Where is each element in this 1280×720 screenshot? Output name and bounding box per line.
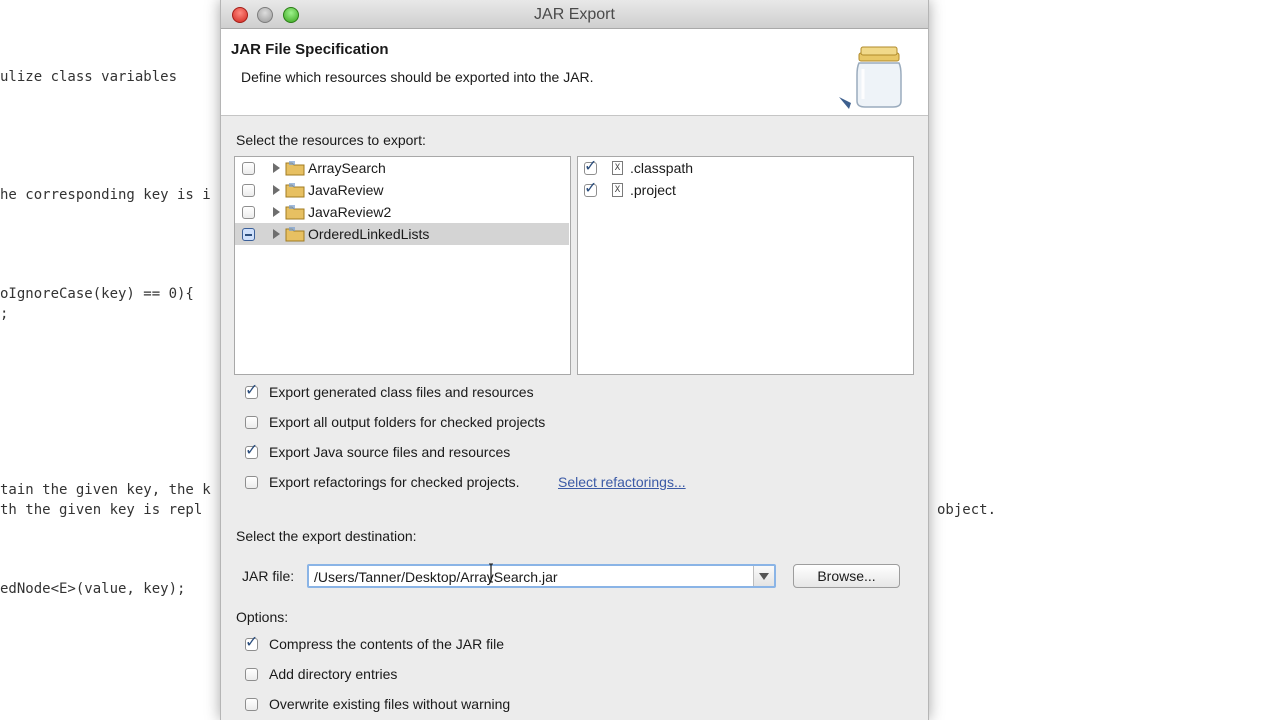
- folder-icon: [285, 227, 305, 242]
- code-line: ulize class variables: [0, 69, 178, 85]
- partial-check-icon: [245, 234, 252, 236]
- folder-icon: [285, 183, 305, 198]
- compress-checkbox[interactable]: ✓: [245, 634, 258, 651]
- option-label: Add directory entries: [269, 666, 398, 682]
- checkmark-icon: ✓: [584, 158, 598, 175]
- jar-file-combo[interactable]: /Users/Tanner/Desktop/ArraySearch.jar: [307, 564, 776, 588]
- file-item-label: .project: [630, 182, 676, 198]
- window-title: JAR Export: [534, 6, 615, 23]
- code-line: tain the given key, the k: [0, 482, 211, 498]
- file-item-project[interactable]: ✓ X .project: [578, 179, 913, 201]
- jar-export-dialog: JAR Export JAR File Specification Define…: [220, 0, 929, 720]
- tree-item-label: ArraySearch: [308, 160, 386, 176]
- file-checkbox[interactable]: ✓: [584, 158, 597, 175]
- option-label: Export refactorings for checked projects…: [269, 474, 520, 490]
- project-tree[interactable]: ArraySearch JavaReview JavaReview2 Order…: [234, 156, 571, 375]
- title-bar[interactable]: JAR Export: [221, 0, 928, 29]
- file-item-label: .classpath: [630, 160, 694, 176]
- wizard-header: JAR File Specification Define which reso…: [221, 29, 928, 116]
- destination-label: Select the export destination:: [236, 528, 417, 544]
- xml-file-icon: X: [612, 161, 623, 175]
- checkmark-icon: ✓: [245, 634, 259, 651]
- page-description: Define which resources should be exporte…: [241, 69, 594, 85]
- page-title: JAR File Specification: [231, 41, 389, 58]
- text-cursor-icon: [489, 563, 493, 583]
- chevron-down-icon[interactable]: [753, 566, 774, 586]
- project-checkbox[interactable]: [242, 162, 255, 175]
- export-source-files-checkbox[interactable]: ✓: [245, 442, 258, 459]
- file-item-classpath[interactable]: ✓ X .classpath: [578, 157, 913, 179]
- code-line: th the given key is repl: [0, 502, 203, 518]
- export-class-files-checkbox[interactable]: ✓: [245, 382, 258, 399]
- option-label: Export Java source files and resources: [269, 444, 511, 460]
- tree-item-label: JavaReview2: [308, 204, 392, 220]
- tree-item-arraysearch[interactable]: ArraySearch: [235, 157, 569, 179]
- file-list[interactable]: ✓ X .classpath ✓ X .project: [577, 156, 914, 375]
- file-checkbox[interactable]: ✓: [584, 180, 597, 197]
- expand-triangle-icon[interactable]: [273, 163, 280, 173]
- checkmark-icon: ✓: [245, 442, 259, 459]
- xml-file-icon: X: [612, 183, 623, 197]
- expand-triangle-icon[interactable]: [273, 185, 280, 195]
- tree-item-javareview2[interactable]: JavaReview2: [235, 201, 569, 223]
- folder-icon: [285, 161, 305, 176]
- tree-item-label: JavaReview: [308, 182, 384, 198]
- overwrite-checkbox[interactable]: [245, 698, 258, 711]
- project-checkbox[interactable]: [242, 206, 255, 219]
- expand-triangle-icon[interactable]: [273, 207, 280, 217]
- option-label: Export all output folders for checked pr…: [269, 414, 546, 430]
- checkmark-icon: ✓: [245, 382, 259, 399]
- code-line: object.: [937, 502, 997, 518]
- option-label: Export generated class files and resourc…: [269, 384, 534, 400]
- option-label: Compress the contents of the JAR file: [269, 636, 504, 652]
- options-label: Options:: [236, 609, 289, 625]
- export-output-folders-checkbox[interactable]: [245, 416, 258, 429]
- tree-item-label: OrderedLinkedLists: [308, 226, 430, 242]
- jar-icon: [839, 46, 902, 109]
- project-checkbox[interactable]: [242, 228, 255, 241]
- code-line: edNode<E>(value, key);: [0, 581, 186, 597]
- option-label: Overwrite existing files without warning: [269, 696, 511, 712]
- jar-file-input[interactable]: /Users/Tanner/Desktop/ArraySearch.jar: [314, 569, 558, 585]
- browse-button[interactable]: Browse...: [793, 564, 900, 588]
- export-refactorings-checkbox[interactable]: [245, 476, 258, 489]
- expand-triangle-icon[interactable]: [273, 229, 280, 239]
- code-line: oIgnoreCase(key) == 0){: [0, 286, 194, 302]
- code-line: ;: [0, 306, 9, 322]
- checkmark-icon: ✓: [584, 180, 598, 197]
- directory-entries-checkbox[interactable]: [245, 668, 258, 681]
- tree-item-orderedlinkedlists[interactable]: OrderedLinkedLists: [235, 223, 569, 245]
- folder-icon: [285, 205, 305, 220]
- code-line: he corresponding key is i: [0, 187, 211, 203]
- resources-label: Select the resources to export:: [236, 132, 426, 148]
- select-refactorings-link[interactable]: Select refactorings...: [558, 474, 686, 490]
- jar-file-label: JAR file:: [242, 568, 295, 584]
- tree-item-javareview[interactable]: JavaReview: [235, 179, 569, 201]
- project-checkbox[interactable]: [242, 184, 255, 197]
